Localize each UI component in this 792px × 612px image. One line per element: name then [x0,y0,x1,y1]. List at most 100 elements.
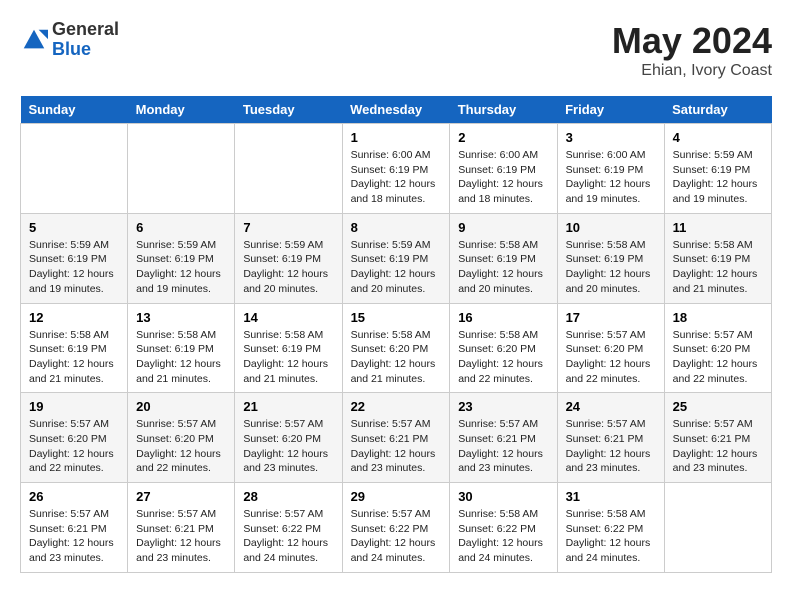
calendar-header: SundayMondayTuesdayWednesdayThursdayFrid… [21,96,772,124]
days-of-week-row: SundayMondayTuesdayWednesdayThursdayFrid… [21,96,772,124]
day-number: 22 [351,399,442,414]
day-info: Sunrise: 5:59 AM Sunset: 6:19 PM Dayligh… [243,238,333,297]
month-year: May 2024 [612,20,772,62]
calendar-cell: 5 Sunrise: 5:59 AM Sunset: 6:19 PM Daylig… [21,213,128,303]
day-info: Sunrise: 5:57 AM Sunset: 6:21 PM Dayligh… [136,507,226,566]
calendar-cell: 29 Sunrise: 5:57 AM Sunset: 6:22 PM Dayli… [342,483,450,573]
calendar-cell [21,124,128,214]
calendar-cell: 14 Sunrise: 5:58 AM Sunset: 6:19 PM Dayli… [235,303,342,393]
day-info: Sunrise: 5:57 AM Sunset: 6:22 PM Dayligh… [351,507,442,566]
day-info: Sunrise: 5:57 AM Sunset: 6:22 PM Dayligh… [243,507,333,566]
calendar-cell: 16 Sunrise: 5:58 AM Sunset: 6:20 PM Dayli… [450,303,557,393]
day-info: Sunrise: 5:58 AM Sunset: 6:22 PM Dayligh… [566,507,656,566]
day-number: 15 [351,310,442,325]
day-number: 10 [566,220,656,235]
calendar-cell: 13Sunrise: 5:58 AM Sunset: 6:19 PM Dayli… [128,303,235,393]
calendar-cell: 22 Sunrise: 5:57 AM Sunset: 6:21 PM Dayli… [342,393,450,483]
day-number: 11 [673,220,763,235]
calendar-cell: 11Sunrise: 5:58 AM Sunset: 6:19 PM Dayli… [664,213,771,303]
day-number: 9 [458,220,548,235]
day-info: Sunrise: 5:57 AM Sunset: 6:20 PM Dayligh… [566,328,656,387]
calendar-cell: 1 Sunrise: 6:00 AM Sunset: 6:19 PM Daylig… [342,124,450,214]
logo-general: General [52,19,119,39]
calendar-week-row: 5 Sunrise: 5:59 AM Sunset: 6:19 PM Daylig… [21,213,772,303]
day-info: Sunrise: 5:58 AM Sunset: 6:19 PM Dayligh… [566,238,656,297]
calendar-cell: 12 Sunrise: 5:58 AM Sunset: 6:19 PM Dayli… [21,303,128,393]
day-of-week-header: Wednesday [342,96,450,124]
calendar-cell: 27 Sunrise: 5:57 AM Sunset: 6:21 PM Dayli… [128,483,235,573]
calendar-cell: 4 Sunrise: 5:59 AM Sunset: 6:19 PM Daylig… [664,124,771,214]
calendar-cell: 23Sunrise: 5:57 AM Sunset: 6:21 PM Dayli… [450,393,557,483]
day-info: Sunrise: 5:58 AM Sunset: 6:19 PM Dayligh… [243,328,333,387]
day-info: Sunrise: 6:00 AM Sunset: 6:19 PM Dayligh… [351,148,442,207]
day-number: 16 [458,310,548,325]
day-of-week-header: Saturday [664,96,771,124]
day-number: 26 [29,489,119,504]
day-number: 29 [351,489,442,504]
day-number: 18 [673,310,763,325]
day-info: Sunrise: 5:58 AM Sunset: 6:22 PM Dayligh… [458,507,548,566]
calendar-week-row: 26 Sunrise: 5:57 AM Sunset: 6:21 PM Dayli… [21,483,772,573]
day-number: 4 [673,130,763,145]
calendar-cell: 18Sunrise: 5:57 AM Sunset: 6:20 PM Dayli… [664,303,771,393]
logo-blue: Blue [52,39,91,59]
calendar-cell: 20Sunrise: 5:57 AM Sunset: 6:20 PM Dayli… [128,393,235,483]
calendar-cell: 8Sunrise: 5:59 AM Sunset: 6:19 PM Daylig… [342,213,450,303]
calendar: SundayMondayTuesdayWednesdayThursdayFrid… [20,96,772,573]
calendar-cell: 10 Sunrise: 5:58 AM Sunset: 6:19 PM Dayli… [557,213,664,303]
day-info: Sunrise: 5:57 AM Sunset: 6:20 PM Dayligh… [136,417,226,476]
calendar-cell [664,483,771,573]
calendar-week-row: 1 Sunrise: 6:00 AM Sunset: 6:19 PM Daylig… [21,124,772,214]
day-info: Sunrise: 5:57 AM Sunset: 6:21 PM Dayligh… [351,417,442,476]
day-number: 31 [566,489,656,504]
logo-icon [20,26,48,54]
day-of-week-header: Friday [557,96,664,124]
calendar-cell: 15 Sunrise: 5:58 AM Sunset: 6:20 PM Dayli… [342,303,450,393]
page-header: General Blue May 2024 Ehian, Ivory Coast [20,20,772,80]
day-of-week-header: Thursday [450,96,557,124]
calendar-cell: 9 Sunrise: 5:58 AM Sunset: 6:19 PM Daylig… [450,213,557,303]
day-number: 6 [136,220,226,235]
day-number: 19 [29,399,119,414]
day-number: 30 [458,489,548,504]
calendar-cell [128,124,235,214]
day-info: Sunrise: 5:57 AM Sunset: 6:20 PM Dayligh… [29,417,119,476]
day-info: Sunrise: 5:57 AM Sunset: 6:21 PM Dayligh… [29,507,119,566]
day-number: 27 [136,489,226,504]
calendar-cell: 28Sunrise: 5:57 AM Sunset: 6:22 PM Dayli… [235,483,342,573]
day-number: 7 [243,220,333,235]
calendar-cell: 2Sunrise: 6:00 AM Sunset: 6:19 PM Daylig… [450,124,557,214]
calendar-cell: 26 Sunrise: 5:57 AM Sunset: 6:21 PM Dayli… [21,483,128,573]
day-info: Sunrise: 5:58 AM Sunset: 6:19 PM Dayligh… [29,328,119,387]
day-number: 24 [566,399,656,414]
calendar-body: 1 Sunrise: 6:00 AM Sunset: 6:19 PM Daylig… [21,124,772,573]
calendar-cell: 21Sunrise: 5:57 AM Sunset: 6:20 PM Dayli… [235,393,342,483]
calendar-cell: 6 Sunrise: 5:59 AM Sunset: 6:19 PM Daylig… [128,213,235,303]
day-number: 1 [351,130,442,145]
day-info: Sunrise: 5:58 AM Sunset: 6:19 PM Dayligh… [136,328,226,387]
calendar-cell [235,124,342,214]
day-number: 5 [29,220,119,235]
title-block: May 2024 Ehian, Ivory Coast [612,20,772,80]
day-of-week-header: Tuesday [235,96,342,124]
day-of-week-header: Sunday [21,96,128,124]
calendar-cell: 7 Sunrise: 5:59 AM Sunset: 6:19 PM Daylig… [235,213,342,303]
day-of-week-header: Monday [128,96,235,124]
day-info: Sunrise: 6:00 AM Sunset: 6:19 PM Dayligh… [458,148,548,207]
calendar-cell: 3Sunrise: 6:00 AM Sunset: 6:19 PM Daylig… [557,124,664,214]
day-info: Sunrise: 5:59 AM Sunset: 6:19 PM Dayligh… [351,238,442,297]
day-info: Sunrise: 5:58 AM Sunset: 6:19 PM Dayligh… [458,238,548,297]
day-info: Sunrise: 5:59 AM Sunset: 6:19 PM Dayligh… [136,238,226,297]
day-info: Sunrise: 5:58 AM Sunset: 6:20 PM Dayligh… [458,328,548,387]
day-number: 14 [243,310,333,325]
day-number: 12 [29,310,119,325]
calendar-cell: 30 Sunrise: 5:58 AM Sunset: 6:22 PM Dayli… [450,483,557,573]
calendar-week-row: 19 Sunrise: 5:57 AM Sunset: 6:20 PM Dayli… [21,393,772,483]
day-info: Sunrise: 6:00 AM Sunset: 6:19 PM Dayligh… [566,148,656,207]
day-info: Sunrise: 5:59 AM Sunset: 6:19 PM Dayligh… [29,238,119,297]
day-info: Sunrise: 5:57 AM Sunset: 6:21 PM Dayligh… [566,417,656,476]
calendar-cell: 24 Sunrise: 5:57 AM Sunset: 6:21 PM Dayli… [557,393,664,483]
day-info: Sunrise: 5:59 AM Sunset: 6:19 PM Dayligh… [673,148,763,207]
day-info: Sunrise: 5:58 AM Sunset: 6:20 PM Dayligh… [351,328,442,387]
logo-text: General Blue [52,20,119,60]
